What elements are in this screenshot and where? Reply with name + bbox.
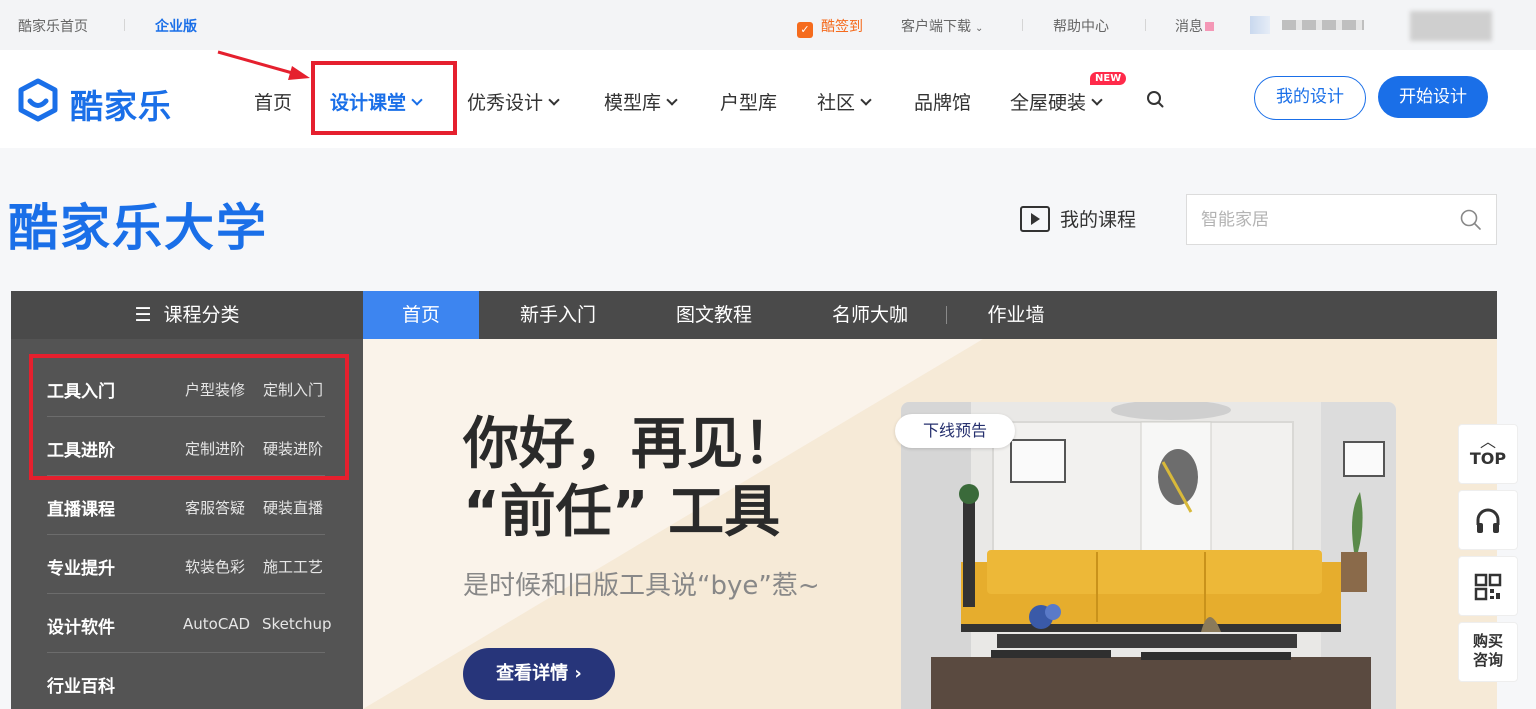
category-name[interactable]: 行业百科 [47,672,115,697]
category-sub-link[interactable]: Sketchup [262,615,332,633]
enterprise-link[interactable]: 企业版 [155,16,197,36]
home-link[interactable]: 酷家乐首页 [18,16,88,36]
hero-banner[interactable]: 你好，再见！ “前任” 工具 是时候和旧版工具说“bye”惹~ 查看详情 › 下… [363,339,1497,709]
category-name[interactable]: 直播课程 [47,495,115,520]
banner-subtitle: 是时候和旧版工具说“bye”惹~ [463,571,820,601]
living-room-illustration [901,402,1396,709]
sign-in-link[interactable]: ✓ 酷签到 [797,16,863,38]
my-design-button[interactable]: 我的设计 [1254,76,1366,120]
logo-text[interactable]: 酷家乐 [70,80,172,128]
nav-excellent-design[interactable]: 优秀设计 [467,88,560,115]
category-row: 设计软件 AutoCAD Sketchup [47,594,337,653]
customer-service-button[interactable] [1458,490,1518,550]
chevron-down-icon [666,94,678,106]
list-icon: ☰ [134,304,152,326]
living-room-image [901,402,1396,709]
client-download-label: 客户端下载 [901,19,971,35]
nav-community[interactable]: 社区 [817,88,872,115]
nav-whole-house[interactable]: 全屋硬装 [1010,88,1103,115]
back-to-top-label: TOP [1469,449,1507,468]
nav-floorplan-library[interactable]: 户型库 [720,88,777,115]
tab-home[interactable]: 首页 [363,291,479,339]
my-course-label: 我的课程 [1060,209,1137,231]
tab-masters[interactable]: 名师大咖 [815,291,925,339]
qr-code-icon [1474,573,1502,601]
start-design-button[interactable]: 开始设计 [1378,76,1488,118]
search-icon[interactable] [1146,90,1164,108]
annotation-highlight-categories [29,354,349,480]
chevron-down-icon [860,94,872,106]
chevron-up-icon: ︿ [1479,432,1496,451]
purchase-consult-button[interactable]: 购买 咨询 [1458,622,1518,682]
play-icon [1020,206,1050,232]
category-sub-link[interactable]: 硬装直播 [263,497,323,518]
category-row: 直播课程 客服答疑 硬装直播 [47,476,337,535]
nav-community-label: 社区 [817,92,856,114]
messages-label: 消息 [1175,19,1203,35]
nav-brand-hall[interactable]: 品牌馆 [914,88,971,115]
top-utility-bar: 酷家乐首页 企业版 ✓ 酷签到 客户端下载 ⌄ 帮助中心 消息 [0,0,1536,50]
annotation-highlight-nav [311,61,457,135]
nav-whole-house-label: 全屋硬装 [1010,92,1087,114]
category-sub-link[interactable]: 客服答疑 [185,497,245,518]
category-sub-link[interactable]: 施工工艺 [263,556,323,577]
search-input[interactable] [1187,195,1437,244]
category-sub-link[interactable]: AutoCAD [183,615,250,633]
view-details-button[interactable]: 查看详情 › [463,648,615,700]
annotation-arrow [217,50,310,80]
page-title: 酷家乐大学 [8,199,268,257]
divider [124,19,125,31]
category-sub-link[interactable]: 软装色彩 [185,556,245,577]
message-dot-icon [1205,22,1214,31]
tab-homework-wall[interactable]: 作业墙 [971,291,1061,339]
messages-link[interactable]: 消息 [1175,16,1214,36]
divider [946,306,947,324]
client-download-menu[interactable]: 客户端下载 ⌄ [901,16,983,36]
category-row: 专业提升 软装色彩 施工工艺 [47,535,337,594]
category-row: 行业百科 [47,653,337,709]
offline-notice-tag: 下线预告 [895,414,1015,448]
help-center-link[interactable]: 帮助中心 [1053,16,1109,36]
nav-model-library-label: 模型库 [604,92,662,114]
logo-icon[interactable] [16,78,60,122]
user-name-redacted [1282,20,1364,30]
search-box [1186,194,1497,245]
search-icon[interactable] [1460,209,1482,231]
purchase-consult-line1: 购买 [1472,632,1503,650]
category-name[interactable]: 设计软件 [47,613,115,638]
banner-headline-line1: 你好，再见！ [463,412,799,477]
check-icon: ✓ [797,22,813,38]
back-to-top-button[interactable]: ︿ TOP [1458,424,1518,484]
tab-tutorials[interactable]: 图文教程 [659,291,769,339]
divider [1145,19,1146,31]
my-course-link[interactable]: 我的课程 [1020,205,1136,232]
banner-headline: 你好，再见！ “前任” 工具 [463,411,799,547]
nav-home[interactable]: 首页 [254,88,292,115]
sign-in-label: 酷签到 [821,19,863,35]
nav-model-library[interactable]: 模型库 [604,88,678,115]
divider [1022,19,1023,31]
chevron-down-icon: ⌄ [975,23,984,34]
category-name[interactable]: 专业提升 [47,554,115,579]
user-avatar[interactable] [1250,16,1270,34]
chevron-down-icon [1091,94,1103,106]
banner-headline-line2: “前任” 工具 [463,480,781,545]
course-category-label: 课程分类 [163,304,240,326]
tab-beginner[interactable]: 新手入门 [503,291,613,339]
nav-excellent-design-label: 优秀设计 [467,92,544,114]
new-badge: NEW [1090,72,1127,85]
course-category-header: ☰ 课程分类 [11,291,363,339]
purchase-consult-line2: 咨询 [1472,651,1503,669]
user-info-redacted [1410,11,1492,41]
qr-code-button[interactable] [1458,556,1518,616]
chevron-down-icon [548,94,560,106]
tab-bar: 首页 新手入门 图文教程 名师大咖 作业墙 [363,291,1497,339]
headset-icon [1476,508,1500,533]
